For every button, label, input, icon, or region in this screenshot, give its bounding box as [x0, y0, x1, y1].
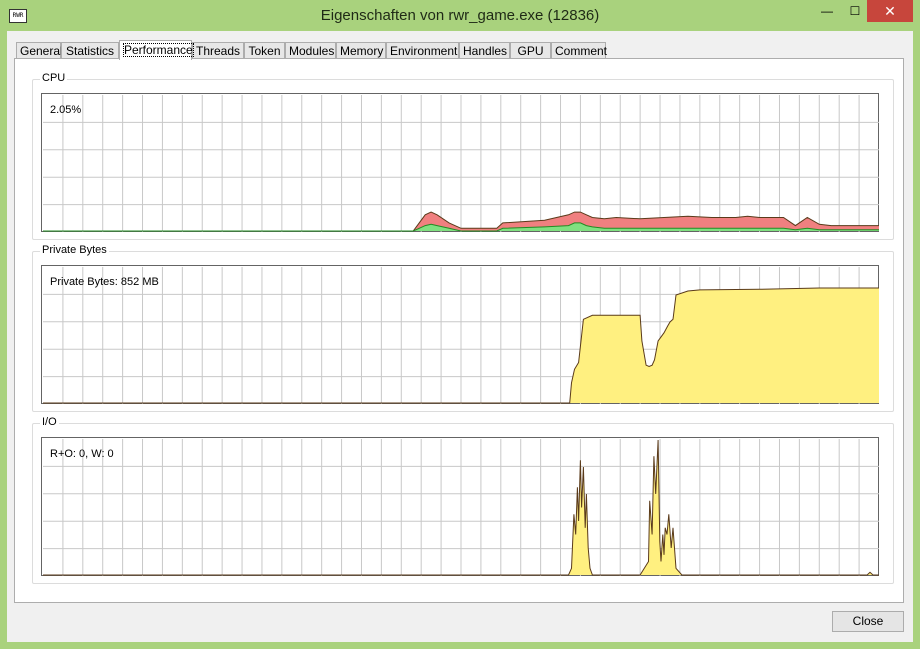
tab-performance[interactable]: Performance	[119, 40, 194, 60]
private-bytes-text: Private Bytes: 852 MB	[50, 276, 159, 288]
tab-label: Handles	[463, 44, 508, 58]
private-bytes-group-box: Private Bytes Private Bytes: 852 MB	[32, 244, 894, 412]
cpu-group-box: CPU 2.05%	[32, 72, 894, 240]
tab-label: Memory	[340, 44, 384, 58]
private-bytes-graph-svg	[43, 267, 879, 404]
tab-modules[interactable]: Modules	[285, 42, 336, 59]
tab-general[interactable]: General	[16, 42, 63, 59]
io-group-box: I/O R+O: 0, W: 0	[32, 416, 894, 584]
tab-statistics[interactable]: Statistics	[61, 42, 119, 59]
tab-label: Statistics	[65, 44, 114, 58]
cpu-graph: 2.05%	[41, 93, 879, 232]
cpu-graph-svg	[43, 95, 879, 232]
maximize-icon[interactable]: ☐	[840, 0, 870, 22]
tab-label: Threads	[196, 44, 241, 58]
io-graph-svg	[43, 439, 879, 576]
tab-environment[interactable]: Environment	[386, 42, 459, 59]
window-title: Eigenschaften von rwr_game.exe (12836)	[320, 7, 600, 24]
tab-label: Performance	[123, 43, 194, 57]
title-bar: RWR Eigenschaften von rwr_game.exe (1283…	[0, 0, 920, 31]
tab-threads[interactable]: Threads	[192, 42, 244, 59]
close-window-icon[interactable]: ✕	[867, 0, 913, 22]
tab-comment[interactable]: Comment	[551, 42, 608, 59]
tab-label: General	[20, 44, 63, 58]
io-group-label: I/O	[40, 416, 59, 428]
tab-handles[interactable]: Handles	[459, 42, 510, 59]
io-graph: R+O: 0, W: 0	[41, 437, 879, 576]
close-button[interactable]: Close	[832, 611, 904, 632]
tab-label: Comment	[555, 44, 608, 58]
tab-label: Token	[248, 44, 281, 58]
tab-token[interactable]: Token	[244, 42, 285, 59]
private-bytes-group-label: Private Bytes	[40, 244, 109, 256]
cpu-group-label: CPU	[40, 72, 68, 84]
tab-memory[interactable]: Memory	[336, 42, 386, 59]
private-bytes-graph: Private Bytes: 852 MB	[41, 265, 879, 404]
tab-label: Environment	[390, 44, 458, 58]
tab-label: Modules	[289, 44, 335, 58]
minimize-icon[interactable]: —	[812, 0, 842, 22]
io-text: R+O: 0, W: 0	[50, 448, 114, 460]
tab-label: GPU	[517, 44, 544, 58]
cpu-usage-text: 2.05%	[50, 104, 82, 116]
tab-gpu[interactable]: GPU	[510, 42, 551, 59]
